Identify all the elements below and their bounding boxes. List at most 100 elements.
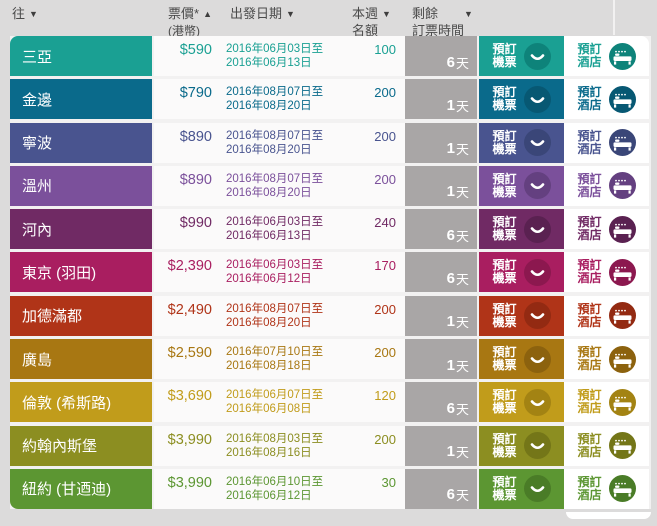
book-hotel-button[interactable]: 預訂 酒店 bbox=[564, 123, 649, 163]
smile-logo-icon bbox=[524, 172, 551, 199]
weekly-quota: 200 bbox=[352, 129, 405, 144]
fare-details-cell: $790 2016年08月07日至 2016年08月20日 200 bbox=[154, 79, 405, 119]
book-flight-label: 預訂 機票 bbox=[492, 476, 516, 502]
remaining-days-value: 6 bbox=[447, 270, 455, 287]
fare-row: 金邊 $790 2016年08月07日至 2016年08月20日 200 1 天… bbox=[10, 79, 651, 119]
book-hotel-label: 預訂 酒店 bbox=[577, 476, 601, 502]
book-hotel-button[interactable]: 預訂 酒店 bbox=[564, 36, 649, 76]
book-flight-button[interactable]: 預訂 機票 bbox=[479, 426, 564, 466]
fare-row: 倫敦 (希斯路) $3,690 2016年06月07日至 2016年06月08日… bbox=[10, 382, 651, 422]
date-from: 2016年06月03日至 bbox=[226, 42, 352, 56]
book-hotel-button[interactable]: 預訂 酒店 bbox=[564, 166, 649, 206]
book-flight-button[interactable]: 預訂 機票 bbox=[479, 252, 564, 292]
remaining-days-value: 1 bbox=[447, 313, 455, 330]
smile-logo-icon bbox=[524, 43, 551, 70]
remaining-time-cell: 1 天 bbox=[405, 123, 477, 163]
fare-details-cell: $2,490 2016年08月07日至 2016年08月20日 200 bbox=[154, 296, 405, 336]
book-flight-label: 預訂 機票 bbox=[492, 259, 516, 285]
book-flight-button[interactable]: 預訂 機票 bbox=[479, 382, 564, 422]
departure-dates: 2016年08月07日至 2016年08月20日 bbox=[226, 129, 352, 157]
destination-cell: 紐約 (甘迺迪) bbox=[10, 469, 152, 509]
book-hotel-label: 預訂 酒店 bbox=[577, 130, 601, 156]
book-hotel-button[interactable]: 預訂 酒店 bbox=[564, 296, 649, 336]
price-value: $2,490 bbox=[154, 302, 212, 318]
sort-down-icon: ▼ bbox=[382, 9, 391, 19]
remaining-days-unit: 天 bbox=[456, 53, 469, 72]
weekly-quota: 120 bbox=[352, 388, 405, 403]
sort-header-destination[interactable]: 往▼ bbox=[12, 6, 38, 23]
book-flight-button[interactable]: 預訂 機票 bbox=[479, 36, 564, 76]
date-from: 2016年06月10日至 bbox=[226, 475, 352, 489]
destination-name: 東京 (羽田) bbox=[22, 262, 96, 283]
book-flight-button[interactable]: 預訂 機票 bbox=[479, 296, 564, 336]
date-from: 2016年07月10日至 bbox=[226, 345, 352, 359]
smile-logo-icon bbox=[524, 389, 551, 416]
remaining-time-cell: 1 天 bbox=[405, 296, 477, 336]
book-flight-button[interactable]: 預訂 機票 bbox=[479, 339, 564, 379]
remaining-days-value: 1 bbox=[447, 183, 455, 200]
remaining-days-unit: 天 bbox=[456, 399, 469, 418]
book-flight-label: 預訂 機票 bbox=[492, 173, 516, 199]
destination-cell: 東京 (羽田) bbox=[10, 252, 152, 292]
sort-header-quota[interactable]: 本週▼ 名額 bbox=[352, 6, 391, 39]
bed-icon bbox=[609, 302, 636, 329]
book-flight-button[interactable]: 預訂 機票 bbox=[479, 209, 564, 249]
departure-dates: 2016年08月07日至 2016年08月20日 bbox=[226, 302, 352, 330]
fare-row: 紐約 (甘迺迪) $3,990 2016年06月10日至 2016年06月12日… bbox=[10, 469, 651, 509]
sort-header-price[interactable]: 票價*▲ (港幣) bbox=[168, 6, 212, 39]
smile-logo-icon bbox=[524, 475, 551, 502]
date-from: 2016年08月07日至 bbox=[226, 172, 352, 186]
fare-row: 加德滿都 $2,490 2016年08月07日至 2016年08月20日 200… bbox=[10, 296, 651, 336]
book-hotel-button[interactable]: 預訂 酒店 bbox=[564, 382, 649, 422]
book-flight-button[interactable]: 預訂 機票 bbox=[479, 469, 564, 509]
book-hotel-button[interactable]: 預訂 酒店 bbox=[564, 252, 649, 292]
weekly-quota: 200 bbox=[352, 172, 405, 187]
remaining-days-unit: 天 bbox=[456, 442, 469, 461]
book-hotel-label: 預訂 酒店 bbox=[577, 86, 601, 112]
book-hotel-button[interactable]: 預訂 酒店 bbox=[564, 469, 649, 509]
remaining-time-cell: 6 天 bbox=[405, 469, 477, 509]
book-flight-button[interactable]: 預訂 機票 bbox=[479, 166, 564, 206]
date-to: 2016年06月12日 bbox=[226, 272, 352, 286]
sort-header-departure[interactable]: 出發日期▼ bbox=[230, 6, 295, 23]
weekly-quota: 200 bbox=[352, 302, 405, 317]
book-flight-button[interactable]: 預訂 機票 bbox=[479, 123, 564, 163]
departure-dates: 2016年08月07日至 2016年08月20日 bbox=[226, 85, 352, 113]
book-hotel-label: 預訂 酒店 bbox=[577, 173, 601, 199]
weekly-quota: 200 bbox=[352, 345, 405, 360]
weekly-quota: 240 bbox=[352, 215, 405, 230]
destination-name: 倫敦 (希斯路) bbox=[22, 392, 111, 413]
destination-header-label: 往 bbox=[12, 6, 25, 21]
date-from: 2016年06月07日至 bbox=[226, 388, 352, 402]
book-hotel-button[interactable]: 預訂 酒店 bbox=[564, 339, 649, 379]
destination-name: 約翰內斯堡 bbox=[22, 435, 97, 456]
date-to: 2016年08月20日 bbox=[226, 316, 352, 330]
book-flight-label: 預訂 機票 bbox=[492, 346, 516, 372]
book-hotel-label: 預訂 酒店 bbox=[577, 216, 601, 242]
remaining-days-unit: 天 bbox=[456, 139, 469, 158]
date-to: 2016年08月20日 bbox=[226, 186, 352, 200]
price-value: $890 bbox=[154, 172, 212, 188]
book-hotel-label: 預訂 酒店 bbox=[577, 303, 601, 329]
book-hotel-button[interactable]: 預訂 酒店 bbox=[564, 79, 649, 119]
destination-name: 溫州 bbox=[22, 175, 52, 196]
smile-logo-icon bbox=[524, 432, 551, 459]
date-from: 2016年08月07日至 bbox=[226, 302, 352, 316]
sort-down-icon: ▼ bbox=[464, 9, 473, 19]
weekly-quota: 30 bbox=[352, 475, 405, 490]
destination-cell: 倫敦 (希斯路) bbox=[10, 382, 152, 422]
price-value: $3,990 bbox=[154, 432, 212, 448]
fare-row: 約翰內斯堡 $3,990 2016年08月03日至 2016年08月16日 20… bbox=[10, 426, 651, 466]
book-hotel-button[interactable]: 預訂 酒店 bbox=[564, 209, 649, 249]
book-flight-label: 預訂 機票 bbox=[492, 433, 516, 459]
remaining-days-unit: 天 bbox=[456, 485, 469, 504]
sort-up-icon: ▲ bbox=[203, 9, 212, 19]
remaining-days-value: 6 bbox=[447, 400, 455, 417]
book-hotel-button[interactable]: 預訂 酒店 bbox=[564, 426, 649, 466]
destination-name: 寧波 bbox=[22, 132, 52, 153]
sort-header-remaining[interactable]: 剩餘▼ 訂票時間 bbox=[412, 6, 473, 39]
book-flight-button[interactable]: 預訂 機票 bbox=[479, 79, 564, 119]
remaining-days-unit: 天 bbox=[456, 226, 469, 245]
remaining-days-value: 1 bbox=[447, 140, 455, 157]
destination-name: 三亞 bbox=[22, 46, 52, 67]
